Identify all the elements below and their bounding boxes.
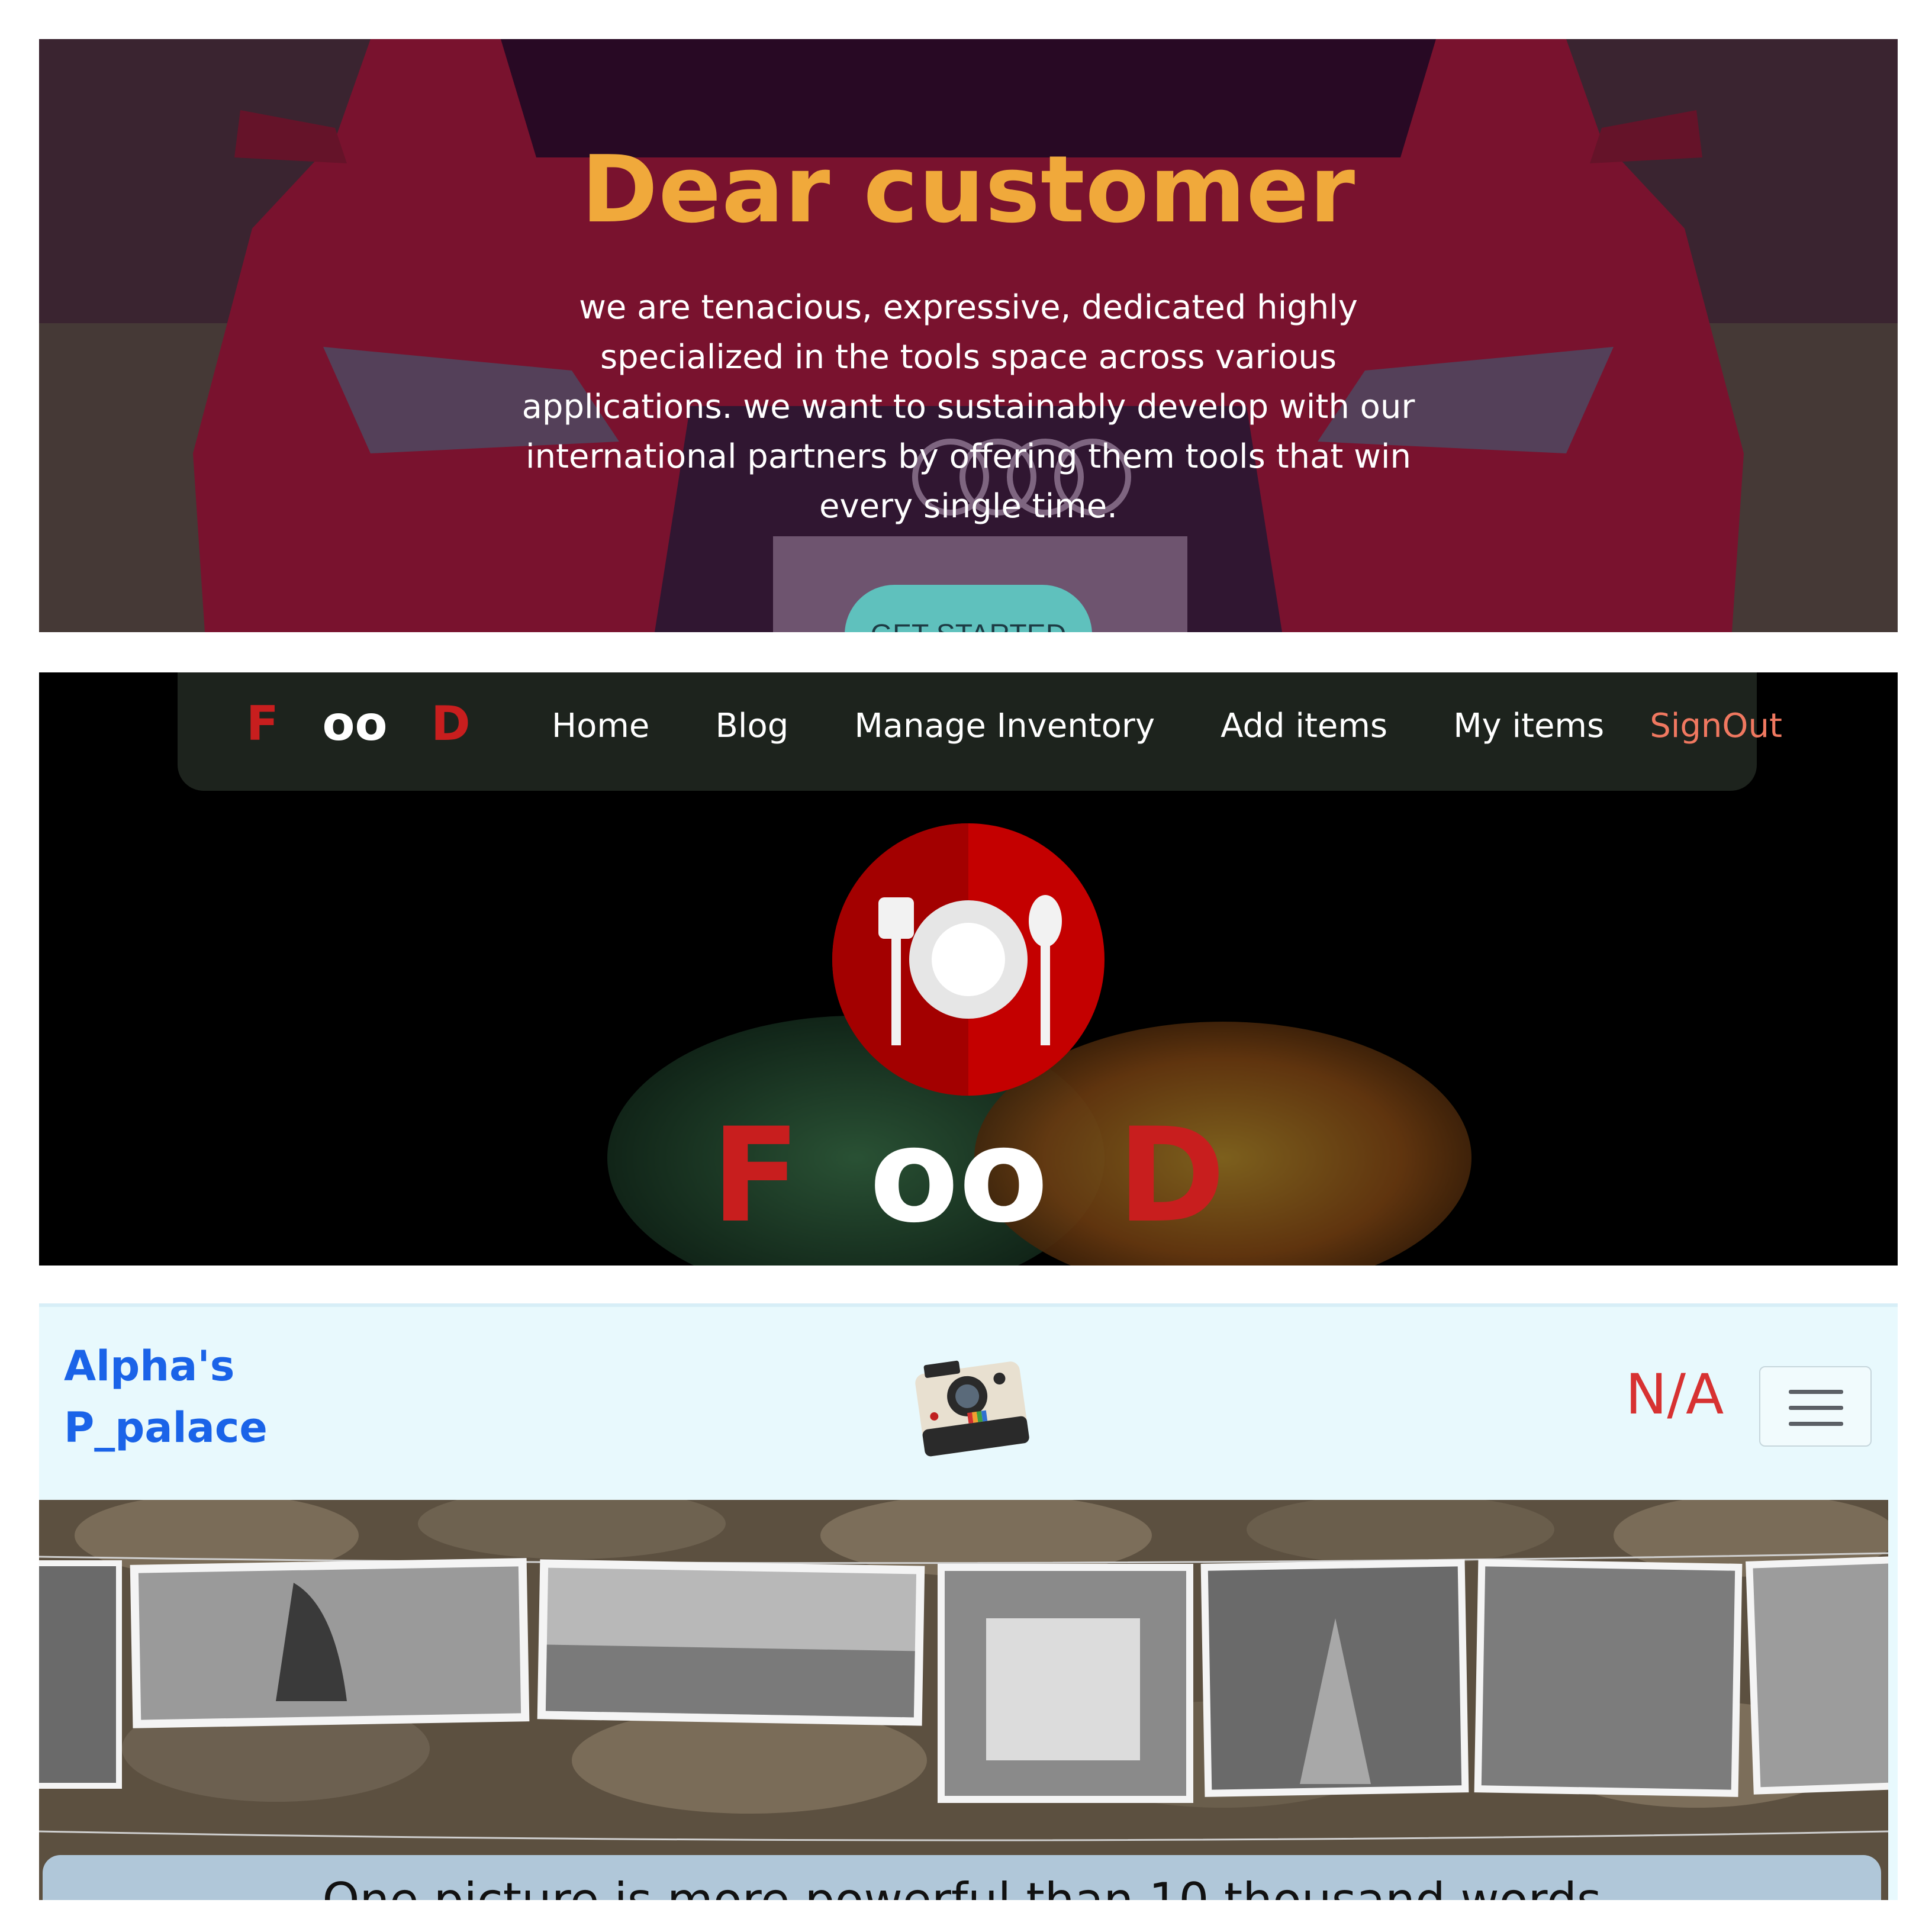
- food-section: F oo D Home Blog Manage Inventory Add it…: [39, 672, 1898, 1266]
- hero-letter-f: F: [711, 1100, 801, 1251]
- navbar-toggle-button[interactable]: [1759, 1366, 1872, 1447]
- gallery-section: Alpha's P_palace N/A: [39, 1303, 1898, 1900]
- hero-letter-d: D: [1117, 1100, 1226, 1251]
- photo-wall-image: [39, 1500, 1888, 1900]
- caption-bar: One picture is more powerful than 10 tho…: [43, 1855, 1881, 1900]
- camera-icon: [915, 1360, 1029, 1457]
- hero-section: Dear customer we are tenacious, expressi…: [39, 39, 1898, 632]
- hero-letters-oo: oo: [869, 1100, 1048, 1251]
- gallery-brand[interactable]: Alpha's P_palace: [64, 1335, 268, 1458]
- brand-letter-f: F: [246, 696, 279, 751]
- gallery-caption: One picture is more powerful than 10 tho…: [43, 1873, 1881, 1900]
- hamburger-icon-line: [1789, 1422, 1843, 1426]
- brand-line-2: P_palace: [64, 1403, 268, 1452]
- hero-description: we are tenacious, expressive, dedicated …: [521, 288, 1415, 526]
- hamburger-icon-line: [1789, 1406, 1843, 1410]
- nav-add-items[interactable]: Add items: [1221, 707, 1387, 745]
- brand-line-1: Alpha's: [64, 1342, 235, 1390]
- food-hero-title: F oo D: [39, 1110, 1898, 1241]
- brand-letters-oo: oo: [322, 696, 388, 751]
- hero-title: Dear customer: [581, 136, 1356, 243]
- food-brand-logo[interactable]: F oo D: [246, 696, 471, 751]
- gallery-banner: One picture is more powerful than 10 tho…: [39, 1500, 1888, 1900]
- nav-blog[interactable]: Blog: [715, 707, 788, 745]
- nav-manage-inventory[interactable]: Manage Inventory: [854, 707, 1155, 745]
- nav-my-items[interactable]: My items: [1453, 707, 1604, 745]
- user-status-text: N/A: [1625, 1363, 1724, 1427]
- food-navbar: F oo D Home Blog Manage Inventory Add it…: [178, 672, 1782, 791]
- hamburger-icon-line: [1789, 1390, 1843, 1394]
- food-nav-links: Home Blog Manage Inventory Add items My …: [552, 707, 1782, 745]
- brand-letter-d: D: [431, 696, 471, 751]
- nav-home[interactable]: Home: [552, 707, 649, 745]
- get-started-button[interactable]: GET STARTED: [845, 585, 1092, 632]
- nav-signout[interactable]: SignOut: [1650, 707, 1782, 745]
